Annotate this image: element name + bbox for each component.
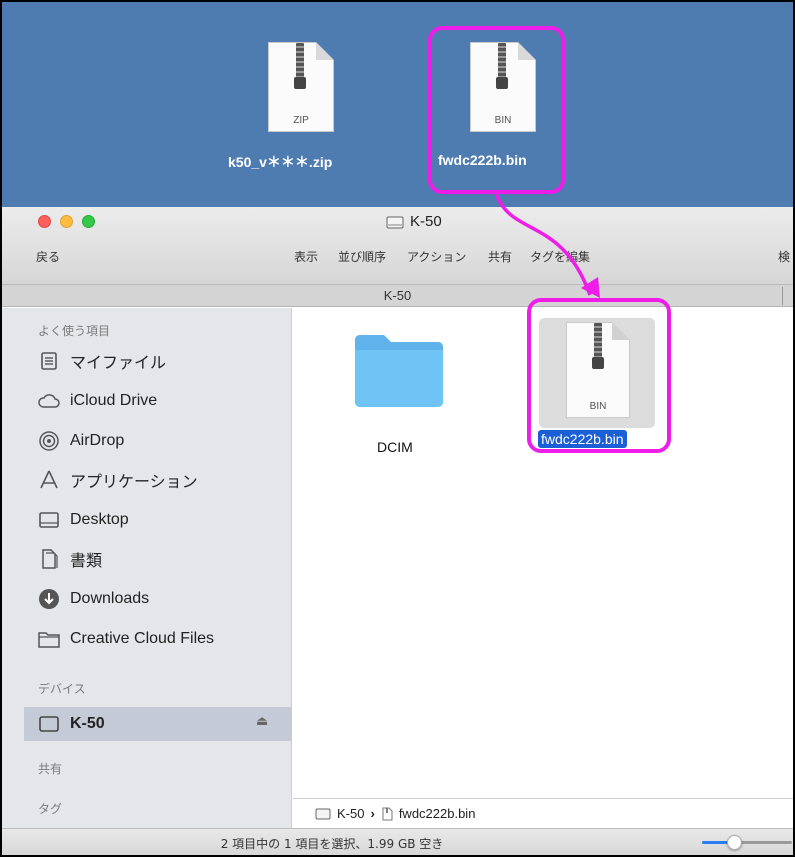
screenshot-frame: ZIP k50_v＊＊＊.zip BIN fwdc222b.bin K-50 戻… bbox=[0, 0, 795, 857]
dcim-folder[interactable] bbox=[351, 330, 447, 440]
file-browser: DCIM BIN fwdc222b.bin bbox=[293, 298, 793, 798]
arrange-button[interactable]: 並び順序 bbox=[338, 248, 386, 265]
path-separator: › bbox=[370, 806, 375, 821]
path-title-bar: K-50 bbox=[2, 285, 793, 307]
path-file[interactable]: fwdc222b.bin bbox=[399, 806, 476, 821]
sidebar-item-label: アプリケーション bbox=[70, 474, 198, 491]
disk-icon bbox=[386, 216, 404, 228]
finder-window: K-50 戻る 表示 並び順序 アクション 共有 タグを編集 検 K-50 よく… bbox=[2, 207, 793, 855]
edit-tags-button[interactable]: タグを編集 bbox=[530, 248, 590, 265]
airdrop-icon bbox=[38, 430, 60, 452]
sidebar-item-my-files[interactable]: マイファイル bbox=[38, 346, 166, 376]
devices-header: デバイス bbox=[38, 682, 86, 696]
icon-size-slider[interactable] bbox=[702, 835, 792, 850]
eject-icon[interactable]: ⏏ bbox=[256, 714, 268, 729]
window-title: K-50 bbox=[386, 213, 442, 230]
close-button[interactable] bbox=[38, 215, 51, 228]
window-title-text: K-50 bbox=[410, 213, 442, 230]
back-button[interactable]: 戻る bbox=[36, 248, 60, 265]
zip-file-icon: ZIP bbox=[268, 42, 334, 132]
sidebar-item-applications[interactable]: アプリケーション bbox=[38, 465, 198, 495]
path-root[interactable]: K-50 bbox=[337, 806, 364, 821]
zoom-button[interactable] bbox=[82, 215, 95, 228]
view-button[interactable]: 表示 bbox=[294, 248, 318, 265]
minimize-button[interactable] bbox=[60, 215, 73, 228]
sidebar-item-k50[interactable]: K-50 bbox=[38, 709, 105, 739]
sidebar-item-label: iCloud Drive bbox=[70, 392, 158, 409]
sidebar-item-desktop[interactable]: Desktop bbox=[38, 505, 129, 535]
sidebar-item-airdrop[interactable]: AirDrop bbox=[38, 426, 124, 456]
downloads-icon bbox=[38, 588, 60, 610]
sidebar-item-icloud[interactable]: iCloud Drive bbox=[38, 386, 157, 416]
desktop-bin-highlight bbox=[428, 26, 565, 194]
slider-knob[interactable] bbox=[726, 835, 742, 850]
disk-icon bbox=[38, 713, 60, 735]
applications-icon bbox=[38, 469, 60, 491]
sidebar-item-label: マイファイル bbox=[70, 355, 167, 372]
shared-header: 共有 bbox=[38, 762, 63, 776]
favorites-header: よく使う項目 bbox=[38, 324, 111, 338]
sidebar-item-documents[interactable]: 書類 bbox=[38, 544, 102, 574]
sidebar-item-downloads[interactable]: Downloads bbox=[38, 584, 149, 614]
sidebar-item-label: Desktop bbox=[70, 511, 129, 528]
folder-icon bbox=[355, 335, 443, 407]
desktop-icon bbox=[38, 509, 60, 531]
sidebar-item-creative-cloud[interactable]: Creative Cloud Files bbox=[38, 624, 214, 654]
tags-header: タグ bbox=[38, 802, 63, 816]
column-divider bbox=[782, 287, 783, 305]
desktop-zip-file[interactable]: ZIP bbox=[262, 42, 340, 137]
sidebar-item-label: 書類 bbox=[70, 553, 103, 570]
sidebar-item-label: Creative Cloud Files bbox=[70, 630, 215, 647]
status-bar: 2 項目中の 1 項目を選択、1.99 GB 空き bbox=[2, 828, 793, 855]
documents-icon bbox=[38, 548, 60, 570]
folder-icon bbox=[38, 628, 60, 650]
desktop: ZIP k50_v＊＊＊.zip BIN fwdc222b.bin bbox=[2, 2, 793, 207]
share-button[interactable]: 共有 bbox=[488, 248, 512, 265]
path-title: K-50 bbox=[383, 288, 412, 303]
disk-icon bbox=[315, 808, 331, 819]
icloud-icon bbox=[38, 390, 60, 412]
search-button[interactable]: 検 bbox=[778, 248, 790, 265]
path-bar: K-50 › fwdc222b.bin bbox=[293, 798, 793, 828]
content-bin-highlight bbox=[527, 298, 671, 453]
sidebar-item-label: Downloads bbox=[70, 590, 150, 607]
desktop-zip-filename[interactable]: k50_v＊＊＊.zip bbox=[228, 152, 332, 172]
action-button[interactable]: アクション bbox=[407, 248, 466, 265]
toolbar: K-50 戻る 表示 並び順序 アクション 共有 タグを編集 検 bbox=[2, 207, 793, 285]
sidebar-item-label: K-50 bbox=[70, 715, 105, 732]
all-my-files-icon bbox=[38, 350, 60, 372]
sidebar-item-label: AirDrop bbox=[70, 432, 125, 449]
sidebar: よく使う項目 マイファイル iCloud Drive AirDrop アプリケー… bbox=[2, 308, 292, 828]
dcim-label[interactable]: DCIM bbox=[377, 439, 413, 455]
file-icon bbox=[382, 807, 393, 820]
status-text: 2 項目中の 1 項目を選択、1.99 GB 空き bbox=[220, 837, 444, 851]
